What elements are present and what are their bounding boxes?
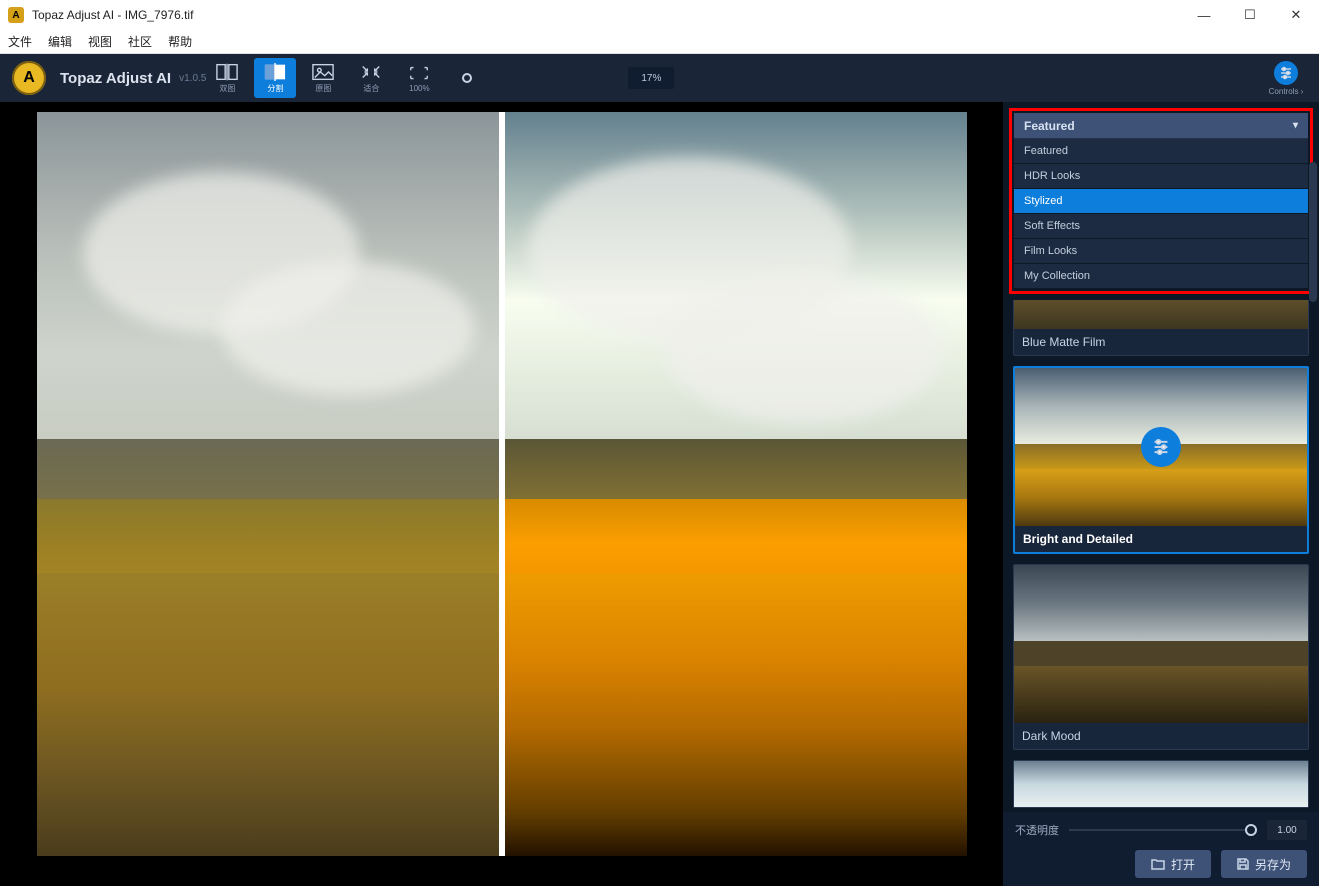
sidebar-scrollbar[interactable] <box>1309 162 1317 302</box>
open-button[interactable]: 打开 <box>1135 850 1211 878</box>
category-option-featured[interactable]: Featured <box>1014 139 1308 164</box>
menu-bar: 文件 编辑 视图 社区 帮助 <box>0 30 1319 54</box>
preset-next[interactable] <box>1013 760 1309 808</box>
category-option-soft-effects[interactable]: Soft Effects <box>1014 214 1308 239</box>
view-mode-100-button[interactable]: 100% <box>398 58 440 98</box>
after-image <box>505 112 967 856</box>
circle-icon <box>462 73 472 83</box>
window-titlebar: A Topaz Adjust AI - IMG_7976.tif — ☐ ✕ <box>0 0 1319 30</box>
filter-icon: ▾ <box>1293 120 1298 131</box>
save-as-button[interactable]: 另存为 <box>1221 850 1307 878</box>
window-title: Topaz Adjust AI - IMG_7976.tif <box>32 8 193 22</box>
menu-community[interactable]: 社区 <box>120 30 160 53</box>
preset-bright-and-detailed[interactable]: Bright and Detailed <box>1013 366 1309 554</box>
controls-panel-button[interactable]: Controls › <box>1265 61 1307 96</box>
view-mode-original-toggle[interactable] <box>446 58 488 98</box>
preset-dark-mood[interactable]: Dark Mood <box>1013 564 1309 750</box>
opacity-slider-thumb[interactable] <box>1245 824 1257 836</box>
presets-list: Blue Matte Film Bright and Detailed <box>1003 300 1319 812</box>
menu-edit[interactable]: 编辑 <box>40 30 80 53</box>
view-mode-split-button[interactable]: 分割 <box>254 58 296 98</box>
sidebar-bottom-bar: 不透明度 1.00 打开 另存为 <box>1003 812 1319 886</box>
app-version: v1.0.5 <box>179 73 206 84</box>
window-minimize-button[interactable]: — <box>1181 0 1227 30</box>
category-option-hdr-looks[interactable]: HDR Looks <box>1014 164 1308 189</box>
view-mode-single-button[interactable]: 原图 <box>302 58 344 98</box>
menu-file[interactable]: 文件 <box>0 30 40 53</box>
category-option-stylized[interactable]: Stylized <box>1014 189 1308 214</box>
presets-sidebar: Featured ▾ FeaturedHDR LooksStylizedSoft… <box>1003 102 1319 886</box>
menu-view[interactable]: 视图 <box>80 30 120 53</box>
sliders-icon <box>1274 61 1298 85</box>
window-close-button[interactable]: ✕ <box>1273 0 1319 30</box>
app-toolbar: A Topaz Adjust AI v1.0.5 双图 分割 原图 适合 1 <box>0 54 1319 102</box>
view-mode-dual-button[interactable]: 双图 <box>206 58 248 98</box>
image-canvas[interactable] <box>0 102 1003 886</box>
preset-blue-matte-film[interactable]: Blue Matte Film <box>1013 300 1309 356</box>
adjust-preset-icon[interactable] <box>1141 427 1181 467</box>
category-option-film-looks[interactable]: Film Looks <box>1014 239 1308 264</box>
opacity-value[interactable]: 1.00 <box>1267 820 1307 840</box>
opacity-slider[interactable] <box>1069 829 1257 831</box>
opacity-label: 不透明度 <box>1015 822 1059 838</box>
view-mode-fit-button[interactable]: 适合 <box>350 58 392 98</box>
category-option-my-collection[interactable]: My Collection <box>1014 264 1308 289</box>
before-image <box>37 112 499 856</box>
category-dropdown-highlight: Featured ▾ FeaturedHDR LooksStylizedSoft… <box>1009 108 1313 294</box>
app-logo-icon: A <box>12 61 46 95</box>
app-window-icon: A <box>8 7 24 23</box>
menu-help[interactable]: 帮助 <box>160 30 200 53</box>
category-dropdown-header[interactable]: Featured ▾ <box>1014 113 1308 139</box>
category-dropdown-list: FeaturedHDR LooksStylizedSoft EffectsFil… <box>1014 139 1308 289</box>
zoom-level[interactable]: 17% <box>628 67 674 89</box>
app-title: Topaz Adjust AI <box>60 70 171 87</box>
window-maximize-button[interactable]: ☐ <box>1227 0 1273 30</box>
